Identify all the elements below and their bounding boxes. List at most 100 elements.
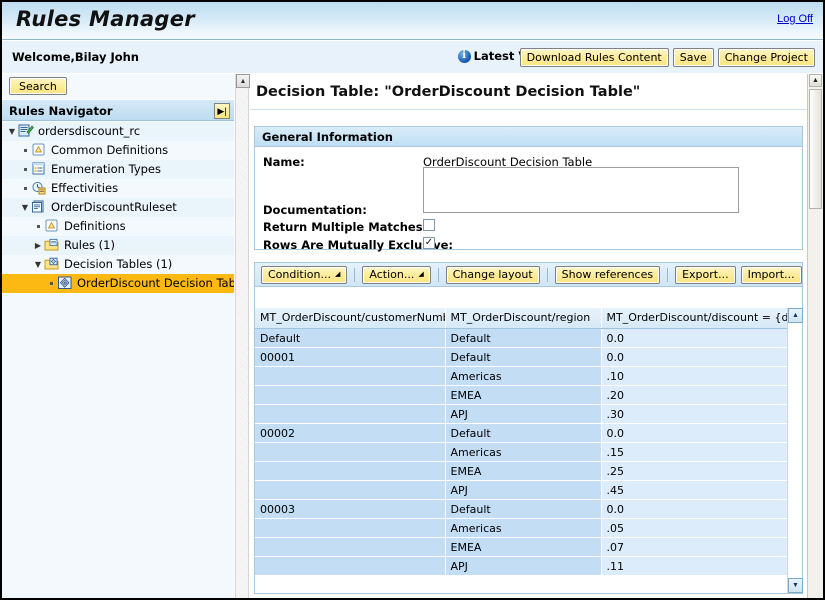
cell-discount[interactable]: 0.0 (601, 499, 800, 519)
tree-bullet-icon (19, 160, 31, 179)
cell-discount[interactable]: .20 (601, 385, 800, 405)
navigator-scroll-up-button[interactable]: ▲ (236, 74, 250, 88)
sidebar-item-common-definitions[interactable]: Common Definitions (2, 141, 234, 160)
log-off-link[interactable]: Log Off (777, 13, 813, 25)
download-rules-content-button[interactable]: Download Rules Content (519, 48, 669, 67)
cell-region[interactable]: EMEA (445, 461, 602, 481)
documentation-input[interactable] (423, 167, 739, 213)
sidebar-item-rules-1[interactable]: ▶ Rules (1) (2, 236, 234, 255)
cell-customerNumber[interactable] (255, 404, 446, 424)
title-bar: Rules Manager Log Off (2, 2, 823, 40)
cell-customerNumber[interactable]: 00001 (255, 347, 446, 367)
table-row[interactable]: Americas .05 (255, 518, 800, 538)
change-project-button[interactable]: Change Project (717, 48, 815, 67)
column-header-discount[interactable]: MT_OrderDiscount/discount = {double} (601, 308, 800, 329)
cell-region[interactable]: Default (445, 347, 602, 367)
cell-region[interactable]: Default (445, 328, 602, 348)
table-row[interactable]: EMEA .07 (255, 537, 800, 557)
cell-discount[interactable]: 0.0 (601, 423, 800, 443)
cell-region[interactable]: Americas (445, 518, 602, 538)
cell-region[interactable]: APJ (445, 556, 602, 576)
table-row[interactable]: 00001 Default 0.0 (255, 347, 800, 367)
sidebar-item-ordersdiscount-rc[interactable]: ▼ ordersdiscount_rc (2, 122, 234, 141)
cell-customerNumber[interactable] (255, 480, 446, 500)
top-action-buttons: Download Rules Content Save Change Proje… (519, 48, 815, 67)
cell-region[interactable]: Default (445, 499, 602, 519)
cell-discount[interactable]: .05 (601, 518, 800, 538)
rows-mutually-exclusive-checkbox[interactable]: ✓ (423, 237, 435, 249)
cell-customerNumber[interactable]: 00003 (255, 499, 446, 519)
main-scrollbar[interactable]: ▲ (807, 74, 823, 598)
rules-navigator-header: Rules Navigator ▶| (2, 99, 234, 121)
table-row[interactable]: Americas .10 (255, 366, 800, 386)
cell-discount[interactable]: .10 (601, 366, 800, 386)
sidebar-item-effectivities[interactable]: Effectivities (2, 179, 234, 198)
cell-customerNumber[interactable]: Default (255, 328, 446, 348)
table-scroll-down-button[interactable]: ▼ (788, 578, 803, 593)
cell-region[interactable]: Americas (445, 366, 602, 386)
save-button[interactable]: Save (672, 48, 714, 67)
table-scroll-up-button[interactable]: ▲ (788, 308, 803, 323)
cell-customerNumber[interactable] (255, 556, 446, 576)
cell-customerNumber[interactable] (255, 385, 446, 405)
table-row[interactable]: 00003 Default 0.0 (255, 499, 800, 519)
cell-discount[interactable]: 0.0 (601, 347, 800, 367)
chevron-down-icon[interactable]: ▼ (6, 122, 18, 141)
sidebar-item-orderdiscount-decision-table[interactable]: OrderDiscount Decision Table (2, 274, 234, 293)
search-button[interactable]: Search (9, 77, 67, 95)
cell-customerNumber[interactable] (255, 366, 446, 386)
sidebar-item-decision-tables-1[interactable]: ▼ Decision Tables (1) (2, 255, 234, 274)
chevron-right-icon[interactable]: ▶ (32, 236, 44, 255)
collapse-panel-icon[interactable]: ▶| (214, 103, 230, 119)
action-button[interactable]: Action... ◢ (362, 265, 431, 284)
cell-discount[interactable]: .07 (601, 537, 800, 557)
column-header-customer-number[interactable]: MT_OrderDiscount/customerNumber (255, 308, 446, 329)
table-row[interactable]: 00002 Default 0.0 (255, 423, 800, 443)
main-scroll-up-button[interactable]: ▲ (809, 74, 822, 87)
cell-region[interactable]: APJ (445, 404, 602, 424)
table-row[interactable]: APJ .30 (255, 404, 800, 424)
column-header-region[interactable]: MT_OrderDiscount/region (445, 308, 602, 329)
decision-table-scrollbar[interactable]: ▲ ▼ (787, 308, 803, 593)
cell-customerNumber[interactable] (255, 442, 446, 462)
sidebar-item-orderdiscountruleset[interactable]: ▼ OrderDiscountRuleset (2, 198, 234, 217)
cell-discount[interactable]: 0.0 (601, 328, 800, 348)
cell-region[interactable]: Americas (445, 442, 602, 462)
chevron-down-icon[interactable]: ▼ (19, 198, 31, 217)
cell-customerNumber[interactable]: 00002 (255, 423, 446, 443)
cell-customerNumber[interactable] (255, 461, 446, 481)
navigator-scrollbar[interactable]: ▲ (235, 74, 250, 598)
cell-discount[interactable]: .25 (601, 461, 800, 481)
cell-discount[interactable]: .45 (601, 480, 800, 500)
return-multiple-matches-checkbox[interactable] (423, 219, 435, 231)
change-layout-button[interactable]: Change layout (445, 265, 540, 284)
cell-customerNumber[interactable] (255, 537, 446, 557)
sidebar-item-enumeration-types[interactable]: Enumeration Types (2, 160, 234, 179)
page-title: Decision Table: "OrderDiscount Decision … (256, 84, 641, 100)
info-icon: i (457, 49, 471, 63)
export-button[interactable]: Export... (675, 265, 736, 284)
table-row[interactable]: Default Default 0.0 (255, 328, 800, 348)
toolbar-divider (546, 267, 548, 282)
table-row[interactable]: APJ .45 (255, 480, 800, 500)
cell-discount[interactable]: .30 (601, 404, 800, 424)
name-label: Name: (263, 155, 305, 169)
table-row[interactable]: APJ .11 (255, 556, 800, 576)
import-button[interactable]: Import... (740, 265, 802, 284)
chevron-down-icon[interactable]: ▼ (32, 255, 44, 274)
condition-button[interactable]: Condition... ◢ (261, 265, 348, 284)
table-row[interactable]: EMEA .25 (255, 461, 800, 481)
cell-region[interactable]: APJ (445, 480, 602, 500)
cell-discount[interactable]: .15 (601, 442, 800, 462)
cell-region[interactable]: Default (445, 423, 602, 443)
sidebar-item-definitions[interactable]: Definitions (2, 217, 234, 236)
cell-region[interactable]: EMEA (445, 385, 602, 405)
cell-customerNumber[interactable] (255, 518, 446, 538)
table-row[interactable]: Americas .15 (255, 442, 800, 462)
cell-discount[interactable]: .11 (601, 556, 800, 576)
cell-region[interactable]: EMEA (445, 537, 602, 557)
main-scrollbar-thumb[interactable] (809, 89, 822, 209)
return-multiple-matches-label: Return Multiple Matches: (263, 220, 428, 234)
show-references-button[interactable]: Show references (554, 265, 661, 284)
table-row[interactable]: EMEA .20 (255, 385, 800, 405)
